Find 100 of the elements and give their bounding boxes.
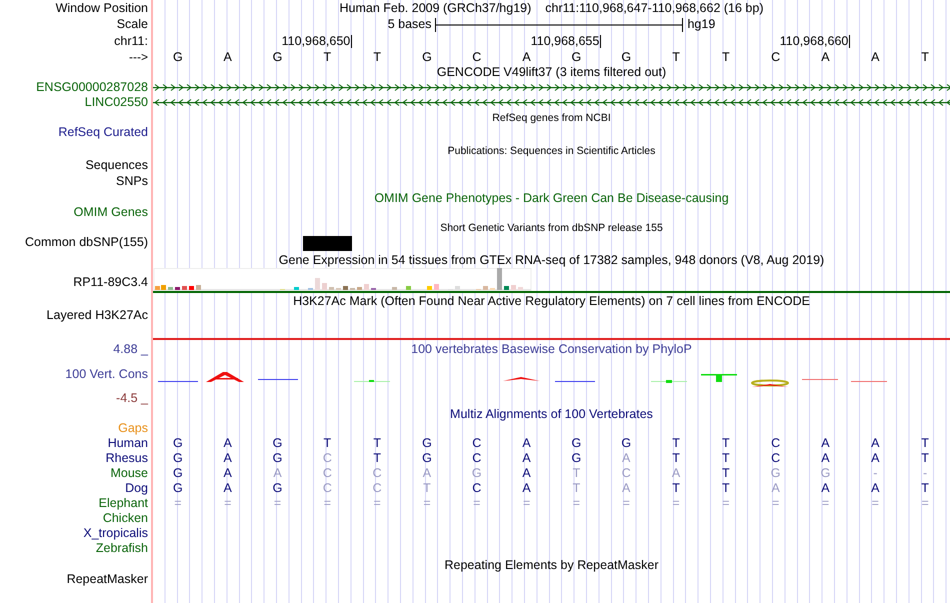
alignment-base: C xyxy=(771,451,780,466)
alignment-base: C xyxy=(472,451,482,466)
track-label[interactable]: 100 Vert. Cons xyxy=(65,366,148,382)
alignment-base: G xyxy=(173,481,183,496)
alignment-base: C xyxy=(472,436,482,451)
alignment-base: = xyxy=(522,496,530,511)
alignment-base: = xyxy=(324,496,331,511)
alignment-base: G xyxy=(272,451,282,466)
base-letter: G xyxy=(272,50,282,65)
gene-label[interactable]: LINC02550 xyxy=(84,95,148,110)
alignment-base: = xyxy=(672,496,680,511)
base-letter: T xyxy=(921,50,929,65)
track-label[interactable]: RefSeq Curated xyxy=(58,124,148,140)
alignment-base: C xyxy=(771,436,780,451)
base-letter: T xyxy=(672,50,680,65)
alignment-base: A xyxy=(522,481,531,496)
base-letter: A xyxy=(871,50,880,65)
scale-assembly: hg19 xyxy=(687,16,716,34)
alignment-base: A xyxy=(622,481,630,496)
alignment-base: G xyxy=(422,436,432,451)
base-letter: T xyxy=(722,50,730,65)
alignment-base: T xyxy=(672,481,680,496)
alignment-base: A xyxy=(422,466,432,481)
base-letter: A xyxy=(224,50,232,65)
track-label[interactable]: RepeatMasker xyxy=(66,571,148,587)
track-title: 100 vertebrates Basewise Conservation by PhyloP xyxy=(411,341,692,357)
alignment-base: C xyxy=(372,466,382,481)
alignment-base: T xyxy=(722,436,730,451)
alignment-base: = xyxy=(772,496,780,511)
species-label[interactable]: Rhesus xyxy=(106,451,148,466)
alignment-base: C xyxy=(472,481,482,496)
track-title: Short Genetic Variants from dbSNP release 155 xyxy=(440,221,663,236)
alignment-base: = xyxy=(921,496,929,511)
scale-bar-icon xyxy=(435,18,684,32)
base-letter: A xyxy=(821,50,830,65)
alignment-base: = xyxy=(224,496,232,511)
base-letter: G xyxy=(621,50,632,65)
track-label[interactable]: Layered H3K27Ac xyxy=(46,307,148,323)
alignment-base: C xyxy=(322,481,332,496)
species-label[interactable]: Mouse xyxy=(110,466,148,481)
alignment-base: T xyxy=(572,466,580,481)
alignment-base: T xyxy=(921,481,929,496)
alignment-base: - xyxy=(873,466,878,481)
base-letter: G xyxy=(572,50,582,65)
conservation-mark xyxy=(158,381,198,382)
alignment-base: G xyxy=(820,466,830,481)
alignment-base: A xyxy=(871,451,880,466)
alignment-base: A xyxy=(871,436,880,451)
alignment-base: G xyxy=(572,451,582,466)
track-label[interactable]: 4.88 _ xyxy=(113,341,148,357)
species-label[interactable]: Elephant xyxy=(98,496,148,511)
track-title: H3K27Ac Mark (Often Found Near Active Regulatory Elements) on 7 cell lines from ENCODE xyxy=(293,293,810,309)
position-text: chr11:110,968,647-110,968,662 (16 bp) xyxy=(545,0,764,17)
conservation-mark xyxy=(258,379,298,380)
track-title: RefSeq genes from NCBI xyxy=(492,111,611,126)
species-label[interactable]: Dog xyxy=(125,481,148,496)
alignment-base: A xyxy=(821,451,830,466)
alignment-base: A xyxy=(622,451,630,466)
track-label[interactable]: Sequences xyxy=(85,157,148,173)
alignment-base: T xyxy=(722,466,730,481)
conservation-mark xyxy=(206,372,244,382)
conservation-mark xyxy=(851,381,887,382)
alignment-base: A xyxy=(224,466,232,481)
alignment-base: G xyxy=(272,481,282,496)
alignment-base: T xyxy=(373,451,381,466)
base-letter: G xyxy=(422,50,432,65)
alignment-base: G xyxy=(472,466,482,481)
row-label: Scale xyxy=(116,16,148,33)
base-letter: A xyxy=(522,50,531,65)
species-label[interactable]: Zebrafish xyxy=(96,541,148,556)
species-label[interactable]: Human xyxy=(108,436,148,451)
conservation-mark xyxy=(555,381,595,382)
conservation-mark xyxy=(802,379,838,380)
species-label[interactable]: X_tropicalis xyxy=(83,526,148,541)
track-label[interactable]: -4.5 _ xyxy=(116,390,148,406)
track-label[interactable]: RP11-89C3.4 xyxy=(73,274,148,290)
ruler-tick: 110,968,660 xyxy=(780,35,850,48)
alignment-base: = xyxy=(822,496,830,511)
track-label[interactable]: OMIM Genes xyxy=(74,204,148,220)
alignment-base: T xyxy=(672,436,680,451)
alignment-base: C xyxy=(322,451,332,466)
track-label[interactable]: Common dbSNP(155) xyxy=(25,234,148,250)
base-letter: T xyxy=(373,50,381,65)
alignment-base: T xyxy=(921,436,929,451)
alignment-base: A xyxy=(871,481,880,496)
species-label[interactable]: Chicken xyxy=(102,511,148,526)
row-label: Window Position xyxy=(56,0,148,16)
alignment-base: A xyxy=(771,481,780,496)
alignment-base: = xyxy=(572,496,580,511)
alignment-base: A xyxy=(224,436,232,451)
alignment-base: = xyxy=(174,496,182,511)
alignment-base: = xyxy=(274,496,282,511)
gene-label[interactable]: ENSG00000287028 xyxy=(36,80,148,95)
alignment-base: T xyxy=(672,451,680,466)
track-title: OMIM Gene Phenotypes - Dark Green Can Be Disease-causing xyxy=(374,190,729,206)
alignment-base: G xyxy=(422,451,432,466)
track-label[interactable]: SNPs xyxy=(116,173,148,189)
alignment-base: C xyxy=(322,466,332,481)
base-letter: C xyxy=(771,50,780,65)
alignment-base: = xyxy=(722,496,730,511)
